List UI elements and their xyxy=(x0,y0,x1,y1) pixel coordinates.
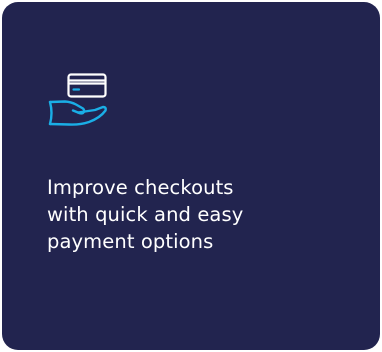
card-in-hand-icon xyxy=(46,72,110,132)
card-headline: Improve checkouts with quick and easy pa… xyxy=(47,176,244,253)
feature-card: Improve checkouts with quick and easy pa… xyxy=(2,2,380,350)
